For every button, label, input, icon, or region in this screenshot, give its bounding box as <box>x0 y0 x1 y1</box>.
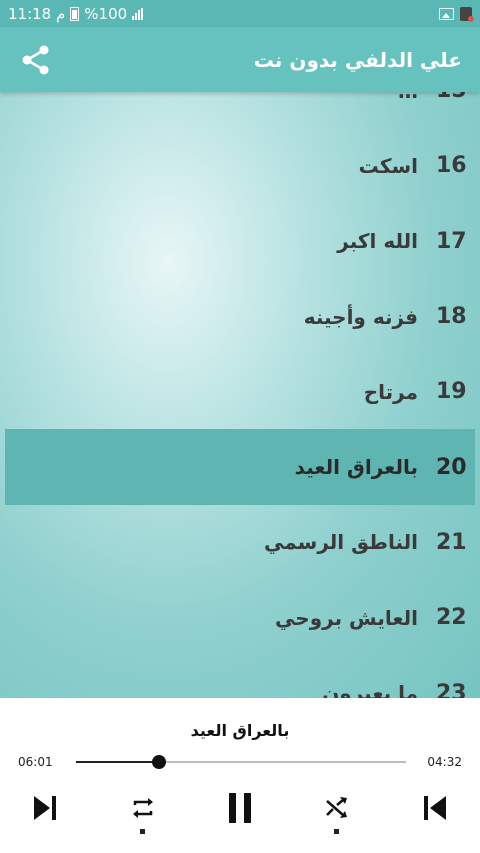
seek-progress <box>76 761 159 763</box>
skip-next-icon <box>34 796 56 820</box>
track-number: 20 <box>436 454 467 480</box>
repeat-icon <box>133 798 153 818</box>
track-row[interactable]: الله اكبر 17 <box>0 204 480 279</box>
player-controls <box>0 788 480 834</box>
track-title: العايش بروحي <box>275 605 418 630</box>
pause-button[interactable] <box>220 788 260 828</box>
track-row[interactable]: مرتاح 19 <box>0 354 480 429</box>
now-playing-title: بالعراق العيد <box>190 721 290 740</box>
shuffle-button[interactable] <box>317 788 357 834</box>
track-number: 22 <box>436 605 467 631</box>
track-row[interactable]: … 15 <box>0 92 480 128</box>
pause-icon <box>229 793 251 823</box>
track-number: 23 <box>436 680 467 698</box>
player-panel: بالعراق العيد 06:01 04:32 <box>0 698 480 853</box>
seek-bar[interactable] <box>76 755 406 769</box>
track-title: مرتاح <box>363 379 418 404</box>
track-number: 17 <box>436 228 467 254</box>
app-bar: علي الدلفي بدون نت <box>0 27 480 92</box>
track-title: الله اكبر <box>337 229 418 254</box>
shuffle-indicator <box>334 829 339 834</box>
status-right <box>439 6 474 22</box>
remaining-time: 04:32 <box>427 755 462 769</box>
repeat-indicator <box>140 829 145 834</box>
track-title: … <box>398 92 418 103</box>
track-number: 15 <box>436 92 467 103</box>
track-row[interactable]: اسكت 16 <box>0 128 480 203</box>
track-title: الناطق الرسمي <box>264 530 418 555</box>
status-bar: 11:18 م %100 <box>0 0 480 27</box>
repeat-button[interactable] <box>123 788 163 834</box>
track-number: 18 <box>436 304 467 330</box>
next-button[interactable] <box>25 788 65 828</box>
music-notification-icon <box>460 6 474 22</box>
track-row[interactable]: العايش بروحي 22 <box>0 580 480 655</box>
app-title: علي الدلفي بدون نت <box>253 47 462 72</box>
share-icon <box>22 45 49 74</box>
track-row[interactable]: فزنه وأجينه 18 <box>0 279 480 354</box>
gallery-icon <box>439 7 454 20</box>
signal-icon <box>132 7 144 20</box>
status-left: 11:18 م %100 <box>8 4 144 23</box>
track-number: 16 <box>436 153 467 179</box>
skip-previous-icon <box>424 796 446 820</box>
track-title: اسكت <box>358 153 418 178</box>
clock: 11:18 م <box>8 4 66 23</box>
track-title: بالعراق العيد <box>294 455 418 480</box>
share-button[interactable] <box>18 42 54 78</box>
track-row[interactable]: ما يعبرون 23 <box>0 655 480 698</box>
track-number: 21 <box>436 529 467 555</box>
track-row[interactable]: الناطق الرسمي 21 <box>0 505 480 580</box>
track-row-active[interactable]: بالعراق العيد 20 <box>5 429 475 505</box>
shuffle-icon <box>326 797 347 818</box>
track-list: … 15 اسكت 16 الله اكبر 17 فزنه وأجينه 18 مرتاح 19… <box>0 92 480 698</box>
track-number: 19 <box>436 379 467 405</box>
elapsed-time: 06:01 <box>18 755 53 769</box>
previous-button[interactable] <box>415 788 455 828</box>
track-list-area[interactable]: … 15 اسكت 16 الله اكبر 17 فزنه وأجينه 18 مرتاح 19… <box>0 92 480 698</box>
battery-icon <box>70 6 80 21</box>
battery-level: %100 <box>84 4 128 23</box>
track-title: فزنه وأجينه <box>303 304 418 329</box>
seek-thumb[interactable] <box>151 755 166 769</box>
track-title: ما يعبرون <box>322 681 418 698</box>
